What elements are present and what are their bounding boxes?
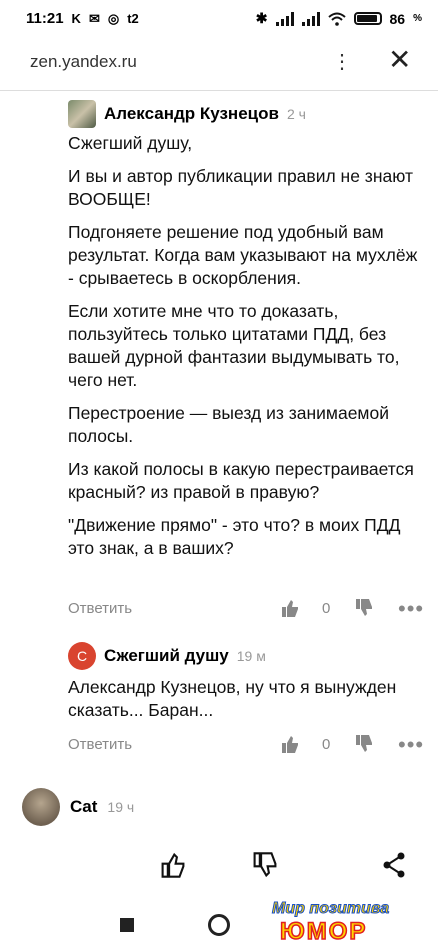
bluetooth-icon: ✱: [255, 10, 268, 26]
thumbs-up-icon[interactable]: [160, 852, 186, 878]
battery-level: 86: [389, 10, 406, 27]
comment-time: 2 ч: [286, 106, 306, 122]
avatar[interactable]: [22, 788, 60, 826]
shield-icon: ◎: [107, 10, 120, 26]
comment-author[interactable]: Александр Кузнецов: [104, 104, 279, 124]
comment-paragraph: Если хотите мне что то доказать, пользуй…: [68, 301, 400, 390]
thumbs-up-icon[interactable]: [280, 734, 300, 754]
signal-icon-2: [301, 11, 320, 26]
share-icon[interactable]: [382, 852, 406, 878]
t2-icon: t2: [127, 11, 139, 26]
signal-icon: [275, 11, 294, 26]
comment-paragraph: Сжегший душу,: [68, 133, 193, 153]
comment-time: 19 ч: [107, 799, 135, 815]
comment-header: Cat 19 ч: [22, 788, 134, 826]
mail-icon: ✉: [88, 10, 100, 26]
thumbs-down-icon[interactable]: [354, 598, 374, 618]
browser-header: zen.yandex.ru ⋮ ✕: [0, 38, 438, 90]
watermark-line2: ЮМОР: [279, 917, 368, 946]
avatar[interactable]: С: [68, 642, 96, 670]
close-icon[interactable]: ✕: [388, 46, 411, 74]
comment-author[interactable]: Сжегший душу: [104, 646, 229, 666]
like-count: 0: [322, 736, 331, 753]
more-options-icon[interactable]: •••: [398, 596, 424, 622]
watermark-line1: Мир позитива: [271, 900, 390, 918]
notification-k-icon: K: [71, 11, 81, 26]
recent-apps-button[interactable]: [120, 918, 134, 932]
watermark-logo: Мир позитива ЮМОР: [262, 900, 432, 950]
comment-paragraph: Из какой полосы в какую перестраивается …: [68, 459, 414, 502]
status-bar: 11:21 K ✉ ◎ t2 ✱ 86 %: [0, 0, 438, 38]
comment-paragraph: Перестроение — выезд из занимаемой полос…: [68, 403, 389, 446]
comment-paragraph: "Движение прямо" - это что? в моих ПДД э…: [68, 515, 401, 558]
avatar[interactable]: [68, 100, 96, 128]
comment-paragraph: И вы и автор публикации правил не знают …: [68, 166, 413, 209]
article-action-bar: [0, 838, 438, 894]
reply-button[interactable]: Ответить: [68, 736, 132, 753]
thumbs-down-icon[interactable]: [252, 852, 278, 878]
comment-paragraph: Подгоняете решение под удобный вам резул…: [68, 222, 418, 288]
comment-header: С Сжегший душу 19 м: [68, 642, 266, 670]
system-nav-bar: Мир позитива ЮМОР: [0, 896, 438, 950]
comment-body: Сжегший душу, И вы и автор публикации пр…: [68, 132, 418, 570]
comment-author[interactable]: Cat: [70, 797, 97, 817]
like-count: 0: [322, 600, 331, 617]
thumbs-down-icon[interactable]: [354, 734, 374, 754]
comment-body: Александр Кузнецов, ну что я вынужден ск…: [68, 676, 418, 732]
reply-button[interactable]: Ответить: [68, 600, 132, 617]
thumbs-up-icon[interactable]: [280, 598, 300, 618]
comment-paragraph: Александр Кузнецов, ну что я вынужден ск…: [68, 677, 397, 720]
comment-actions: Ответить 0 •••: [68, 732, 423, 758]
url-text[interactable]: zen.yandex.ru: [30, 52, 137, 72]
header-divider: [0, 90, 438, 91]
home-button[interactable]: [208, 914, 230, 936]
wifi-icon: [327, 12, 346, 26]
menu-dots-icon[interactable]: ⋮: [332, 52, 352, 72]
percent-sign: %: [413, 13, 422, 24]
avatar-letter: С: [76, 648, 88, 664]
battery-icon: [353, 12, 382, 25]
comment-time: 19 м: [236, 648, 266, 664]
comment-actions: Ответить 0 •••: [68, 596, 423, 622]
more-options-icon[interactable]: •••: [398, 732, 424, 758]
status-time: 11:21: [26, 10, 64, 27]
comment-header: Александр Кузнецов 2 ч: [68, 100, 306, 128]
